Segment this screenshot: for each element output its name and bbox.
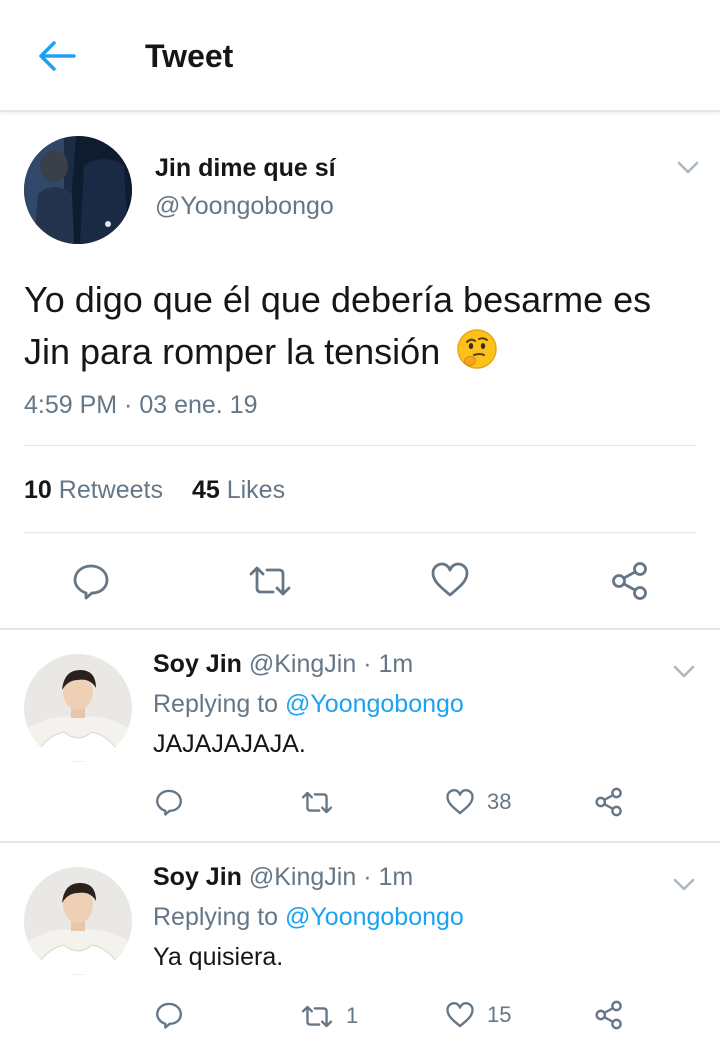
reply-tweet[interactable]: Soy Jin @KingJin · 1m Replying to @Yoong… [0, 628, 720, 840]
avatar[interactable] [24, 867, 132, 975]
reply-menu-button[interactable] [672, 664, 696, 680]
reply-time: · 1m [363, 650, 414, 678]
reply-button[interactable] [155, 1001, 183, 1029]
retweet-count: 1 [346, 1003, 359, 1028]
heart-icon [446, 1002, 474, 1028]
main-tweet: Jin dime que sí @Yoongobongo Yo digo que… [0, 114, 720, 628]
share-button[interactable] [594, 787, 624, 817]
retweet-icon [249, 566, 291, 596]
chevron-down-icon [673, 665, 695, 678]
retweet-icon [301, 1005, 333, 1027]
like-button[interactable]: 15 [445, 1001, 511, 1029]
share-icon [612, 562, 647, 600]
retweets-count: 10 [24, 476, 52, 504]
share-icon [595, 1000, 622, 1030]
retweet-button[interactable] [247, 564, 293, 598]
back-button[interactable] [36, 38, 78, 74]
retweet-button[interactable] [300, 790, 346, 815]
reply-author-handle[interactable]: @KingJin [249, 863, 356, 891]
reply-button[interactable] [72, 562, 110, 600]
reply-author-handle[interactable]: @KingJin [249, 650, 356, 678]
retweets-label: Retweets [58, 476, 163, 504]
thinking-face-icon [457, 329, 497, 369]
avatar[interactable] [24, 654, 132, 762]
page-title: Tweet [145, 38, 234, 74]
divider [24, 532, 696, 533]
reply-author-name[interactable]: Soy Jin [153, 650, 242, 678]
tweet-stats: 10 Retweets 45 Likes [24, 476, 307, 505]
reply-icon [73, 564, 109, 600]
author-handle[interactable]: @Yoongobongo [155, 192, 334, 221]
reply-button[interactable] [155, 788, 183, 816]
reply-icon [156, 789, 182, 816]
divider [24, 445, 696, 446]
tweet-menu-button[interactable] [676, 160, 700, 176]
chevron-down-icon [677, 161, 699, 174]
heart-icon [431, 562, 469, 597]
reply-author-name[interactable]: Soy Jin [153, 863, 242, 891]
retweet-icon [301, 791, 333, 814]
reply-header: Soy Jin @KingJin · 1m [153, 863, 413, 892]
share-icon [595, 787, 622, 817]
reply-text: Ya quisiera. [153, 943, 284, 971]
heart-icon [446, 789, 474, 815]
replying-to-label: Replying to [153, 903, 279, 931]
likes-stat[interactable]: 45 Likes [192, 476, 285, 504]
replying-to-handle[interactable]: @Yoongobongo [285, 690, 464, 718]
retweets-stat[interactable]: 10 Retweets [24, 476, 163, 504]
reply-icon [156, 1002, 182, 1029]
replying-to: Replying to @Yoongobongo [153, 903, 464, 932]
tweet-timestamp: 4:59 PM · 03 ene. 19 [24, 391, 258, 419]
replying-to-handle[interactable]: @Yoongobongo [285, 903, 464, 931]
share-button[interactable] [594, 1000, 624, 1030]
reply-tweet[interactable]: Soy Jin @KingJin · 1m Replying to @Yoong… [0, 841, 720, 1053]
reply-menu-button[interactable] [672, 877, 696, 893]
avatar[interactable] [24, 136, 132, 244]
replying-to: Replying to @Yoongobongo [153, 690, 464, 719]
author-name[interactable]: Jin dime que sí [155, 154, 336, 183]
tweet-body: Yo digo que él que debería besarme es Ji… [24, 279, 652, 372]
likes-count: 45 [191, 476, 220, 504]
like-count: 38 [487, 789, 512, 814]
chevron-down-icon [673, 878, 695, 891]
share-button[interactable] [610, 561, 650, 601]
like-button[interactable]: 38 [445, 788, 511, 816]
like-button[interactable] [430, 561, 470, 599]
reply-text: JAJAJAJAJA. [153, 730, 306, 758]
likes-label: Likes [226, 476, 286, 504]
tweet-text: Yo digo que él que debería besarme es Ji… [24, 274, 704, 378]
reply-time: · 1m [363, 863, 414, 891]
reply-header: Soy Jin @KingJin · 1m [153, 650, 413, 679]
retweet-button[interactable]: 1 [300, 1003, 358, 1029]
top-bar: Tweet [0, 0, 720, 112]
replying-to-label: Replying to [153, 690, 279, 718]
like-count: 15 [487, 1002, 512, 1027]
arrow-left-icon [39, 41, 76, 71]
